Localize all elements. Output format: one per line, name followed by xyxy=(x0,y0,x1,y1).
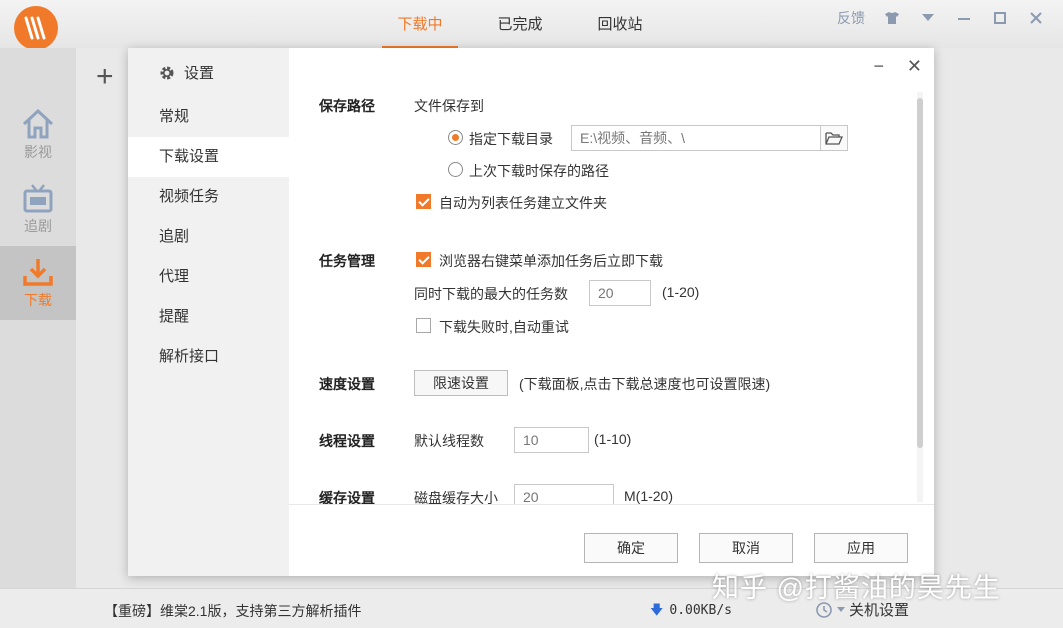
default-threads-input[interactable]: 10 xyxy=(514,427,589,453)
browse-folder-button[interactable] xyxy=(820,125,848,151)
browser-menu-label[interactable]: 浏览器右键菜单添加任务后立即下载 xyxy=(439,251,663,271)
sidebar-item-proxy[interactable]: 代理 xyxy=(128,257,289,297)
settings-dialog: 设置 常规 下载设置 视频任务 追剧 代理 提醒 解析接口 − ✕ 保存路径 文… xyxy=(128,48,934,576)
speed-settings-title: 速度设置 xyxy=(319,376,375,392)
window-tools: 反馈 xyxy=(837,8,1045,28)
dialog-close-button[interactable]: ✕ xyxy=(907,56,922,77)
skin-icon[interactable] xyxy=(883,9,901,27)
dialog-title-text: 设置 xyxy=(184,65,215,82)
disk-cache-label: 磁盘缓存大小 xyxy=(414,490,498,504)
settings-scrollbar-thumb[interactable] xyxy=(917,98,923,448)
radio-custom-dir[interactable] xyxy=(448,130,463,145)
auto-retry-checkbox[interactable] xyxy=(416,318,431,333)
auto-folder-checkbox[interactable] xyxy=(416,194,431,209)
nav-label: 下载 xyxy=(24,292,52,308)
settings-sidebar: 设置 常规 下载设置 视频任务 追剧 代理 提醒 解析接口 xyxy=(128,48,289,576)
download-path-input[interactable]: E:\视频、音频、\ xyxy=(571,125,821,151)
settings-content: 保存路径 文件保存到 指定下载目录 E:\视频、音频、\ 上次下载时保存的路径 … xyxy=(289,84,917,504)
sidebar-item-video-tasks[interactable]: 视频任务 xyxy=(128,177,289,217)
task-management-title: 任务管理 xyxy=(319,253,375,269)
apply-button[interactable]: 应用 xyxy=(814,533,908,563)
thread-settings-title: 线程设置 xyxy=(319,433,375,449)
logo-icon xyxy=(24,16,46,40)
speed-limit-button[interactable]: 限速设置 xyxy=(414,370,508,396)
nav-item-download[interactable]: 下载 xyxy=(0,246,76,320)
dialog-title: 设置 xyxy=(158,62,214,83)
add-task-icon[interactable]: + xyxy=(96,62,114,92)
tv-icon xyxy=(23,184,53,213)
tab-completed[interactable]: 已完成 xyxy=(482,0,558,48)
nav-label: 追剧 xyxy=(24,218,52,234)
close-icon[interactable] xyxy=(1027,9,1045,27)
sidebar-item-reminder[interactable]: 提醒 xyxy=(128,297,289,337)
ok-button[interactable]: 确定 xyxy=(584,533,678,563)
download-icon xyxy=(23,259,53,286)
app-logo xyxy=(14,6,58,50)
max-tasks-input[interactable]: 20 xyxy=(589,280,651,306)
gear-icon xyxy=(160,66,174,79)
news-link[interactable]: 【重磅】维棠2.1版，支持第三方解析插件 xyxy=(104,601,361,621)
radio-last-path-label[interactable]: 上次下载时保存的路径 xyxy=(469,161,609,181)
save-path-title: 保存路径 xyxy=(319,98,375,114)
menu-dropdown-icon[interactable] xyxy=(919,9,937,27)
feedback-link[interactable]: 反馈 xyxy=(837,8,865,28)
speed-value: 0.00KB/s xyxy=(669,603,732,618)
minimize-icon[interactable] xyxy=(955,9,973,27)
sidebar-item-general[interactable]: 常规 xyxy=(128,97,289,137)
cache-settings-title: 缓存设置 xyxy=(319,490,375,504)
nav-item-series[interactable]: 追剧 xyxy=(0,172,76,246)
sidebar-item-parse-api[interactable]: 解析接口 xyxy=(128,337,289,377)
tab-downloading[interactable]: 下载中 xyxy=(382,0,458,48)
max-tasks-range: (1-20) xyxy=(662,284,700,300)
auto-retry-label[interactable]: 下载失败时,自动重试 xyxy=(439,317,569,337)
title-bar: 下载中 已完成 回收站 反馈 xyxy=(0,0,1063,50)
tab-recycle-bin[interactable]: 回收站 xyxy=(582,0,658,48)
save-to-label: 文件保存到 xyxy=(414,98,484,114)
nav-item-videos[interactable]: 影视 xyxy=(0,98,76,172)
radio-last-path[interactable] xyxy=(448,162,463,177)
cache-range: M(1-20) xyxy=(624,488,674,504)
left-navigation: 影视 追剧 下载 xyxy=(0,48,76,588)
folder-icon xyxy=(825,132,843,145)
auto-folder-label[interactable]: 自动为列表任务建立文件夹 xyxy=(439,193,607,213)
sidebar-item-series[interactable]: 追剧 xyxy=(128,217,289,257)
default-threads-label: 默认线程数 xyxy=(414,433,484,449)
disk-cache-input[interactable]: 20 xyxy=(514,484,614,504)
radio-custom-dir-label[interactable]: 指定下载目录 xyxy=(469,129,553,149)
dialog-minimize-button[interactable]: − xyxy=(873,56,884,77)
maximize-icon[interactable] xyxy=(991,9,1009,27)
threads-range: (1-10) xyxy=(594,431,632,447)
max-tasks-label: 同时下载的最大的任务数 xyxy=(414,286,568,302)
nav-label: 影视 xyxy=(24,144,52,160)
speed-hint: (下载面板,点击下载总速度也可设置限速) xyxy=(519,376,771,392)
speed-down-arrow-icon: 🡇 xyxy=(650,603,664,618)
chevron-down-icon xyxy=(837,606,845,612)
sidebar-item-download-settings[interactable]: 下载设置 xyxy=(128,137,289,177)
watermark-text: 知乎 @打酱油的昊先生 xyxy=(712,573,1001,603)
home-icon xyxy=(22,108,54,139)
browser-menu-checkbox[interactable] xyxy=(416,252,431,267)
cancel-button[interactable]: 取消 xyxy=(699,533,793,563)
